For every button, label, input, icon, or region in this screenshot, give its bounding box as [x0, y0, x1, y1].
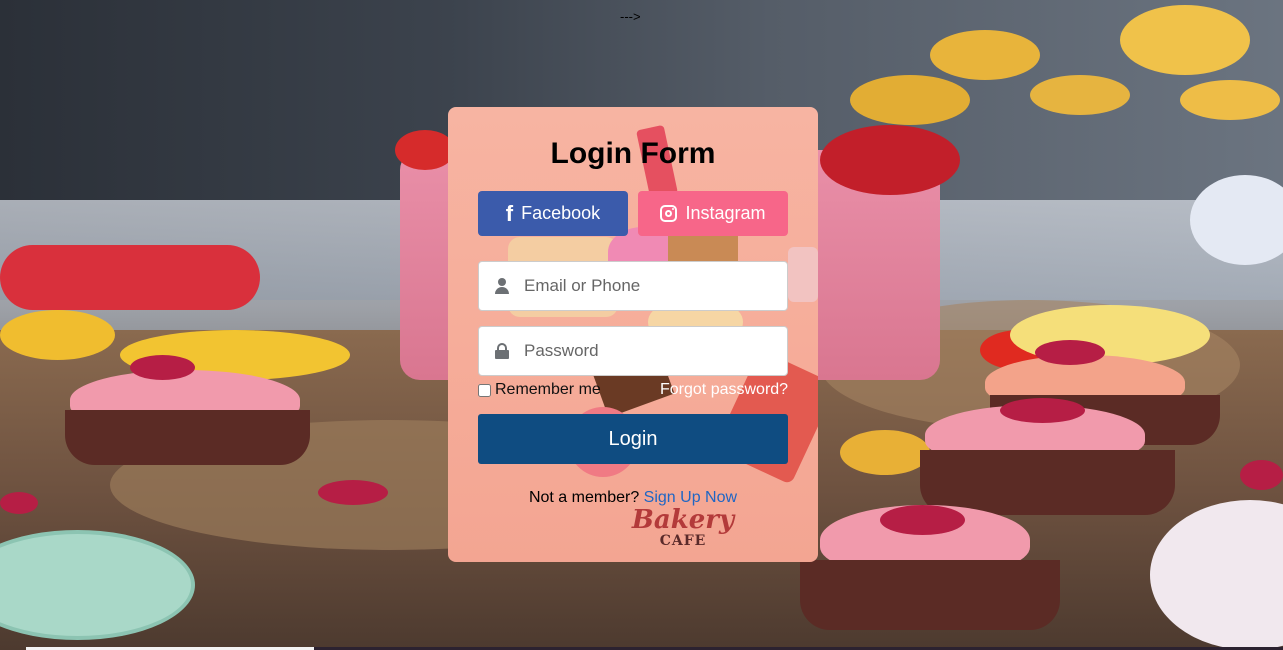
- logo-sub-text: CAFE: [659, 533, 707, 549]
- background-flower: [850, 75, 970, 125]
- background-raspberry: [130, 355, 195, 380]
- user-icon: [494, 278, 510, 294]
- email-input[interactable]: [524, 262, 787, 310]
- instagram-button[interactable]: Instagram: [638, 191, 788, 236]
- background-flower: [1180, 80, 1280, 120]
- facebook-label: Facebook: [521, 203, 601, 223]
- signup-prompt: Not a member?: [528, 489, 640, 506]
- background-flower: [820, 125, 960, 195]
- background-raspberry: [1035, 340, 1105, 365]
- login-title: Login Form: [550, 137, 716, 170]
- background-flower: [0, 310, 115, 360]
- login-button[interactable]: Login: [478, 414, 788, 464]
- login-card: Login Form f Facebook Instagram Remember…: [448, 107, 818, 562]
- stray-text: --->: [620, 9, 641, 24]
- facebook-button[interactable]: f Facebook: [478, 191, 628, 236]
- background-flower: [930, 30, 1040, 80]
- email-field-wrapper: [478, 261, 788, 311]
- facebook-icon: f: [505, 200, 514, 226]
- illustration-cake: [788, 247, 818, 302]
- remember-me[interactable]: Remember me: [478, 381, 601, 399]
- remember-label: Remember me: [495, 381, 601, 398]
- instagram-label: Instagram: [685, 203, 766, 223]
- password-input[interactable]: [524, 327, 787, 375]
- bakery-cafe-logo: Bakery CAFE: [628, 507, 738, 549]
- lock-icon: [494, 343, 509, 359]
- instagram-icon: [660, 205, 678, 222]
- signup-link[interactable]: Sign Up Now: [644, 489, 737, 506]
- background-raspberry: [880, 505, 965, 535]
- background-raspberry: [1240, 460, 1283, 490]
- background-flower: [395, 130, 455, 170]
- background-raspberry: [1000, 398, 1085, 423]
- remember-checkbox[interactable]: [478, 383, 491, 397]
- background-raspberry: [318, 480, 388, 505]
- forgot-password-link[interactable]: Forgot password?: [660, 381, 788, 399]
- background-strawberries: [0, 245, 260, 310]
- background-flower: [840, 430, 930, 475]
- background-raspberry: [0, 492, 38, 514]
- logo-main-text: Bakery: [631, 505, 735, 535]
- password-field-wrapper: [478, 326, 788, 376]
- background-flower: [1030, 75, 1130, 115]
- background-flower: [1120, 5, 1250, 75]
